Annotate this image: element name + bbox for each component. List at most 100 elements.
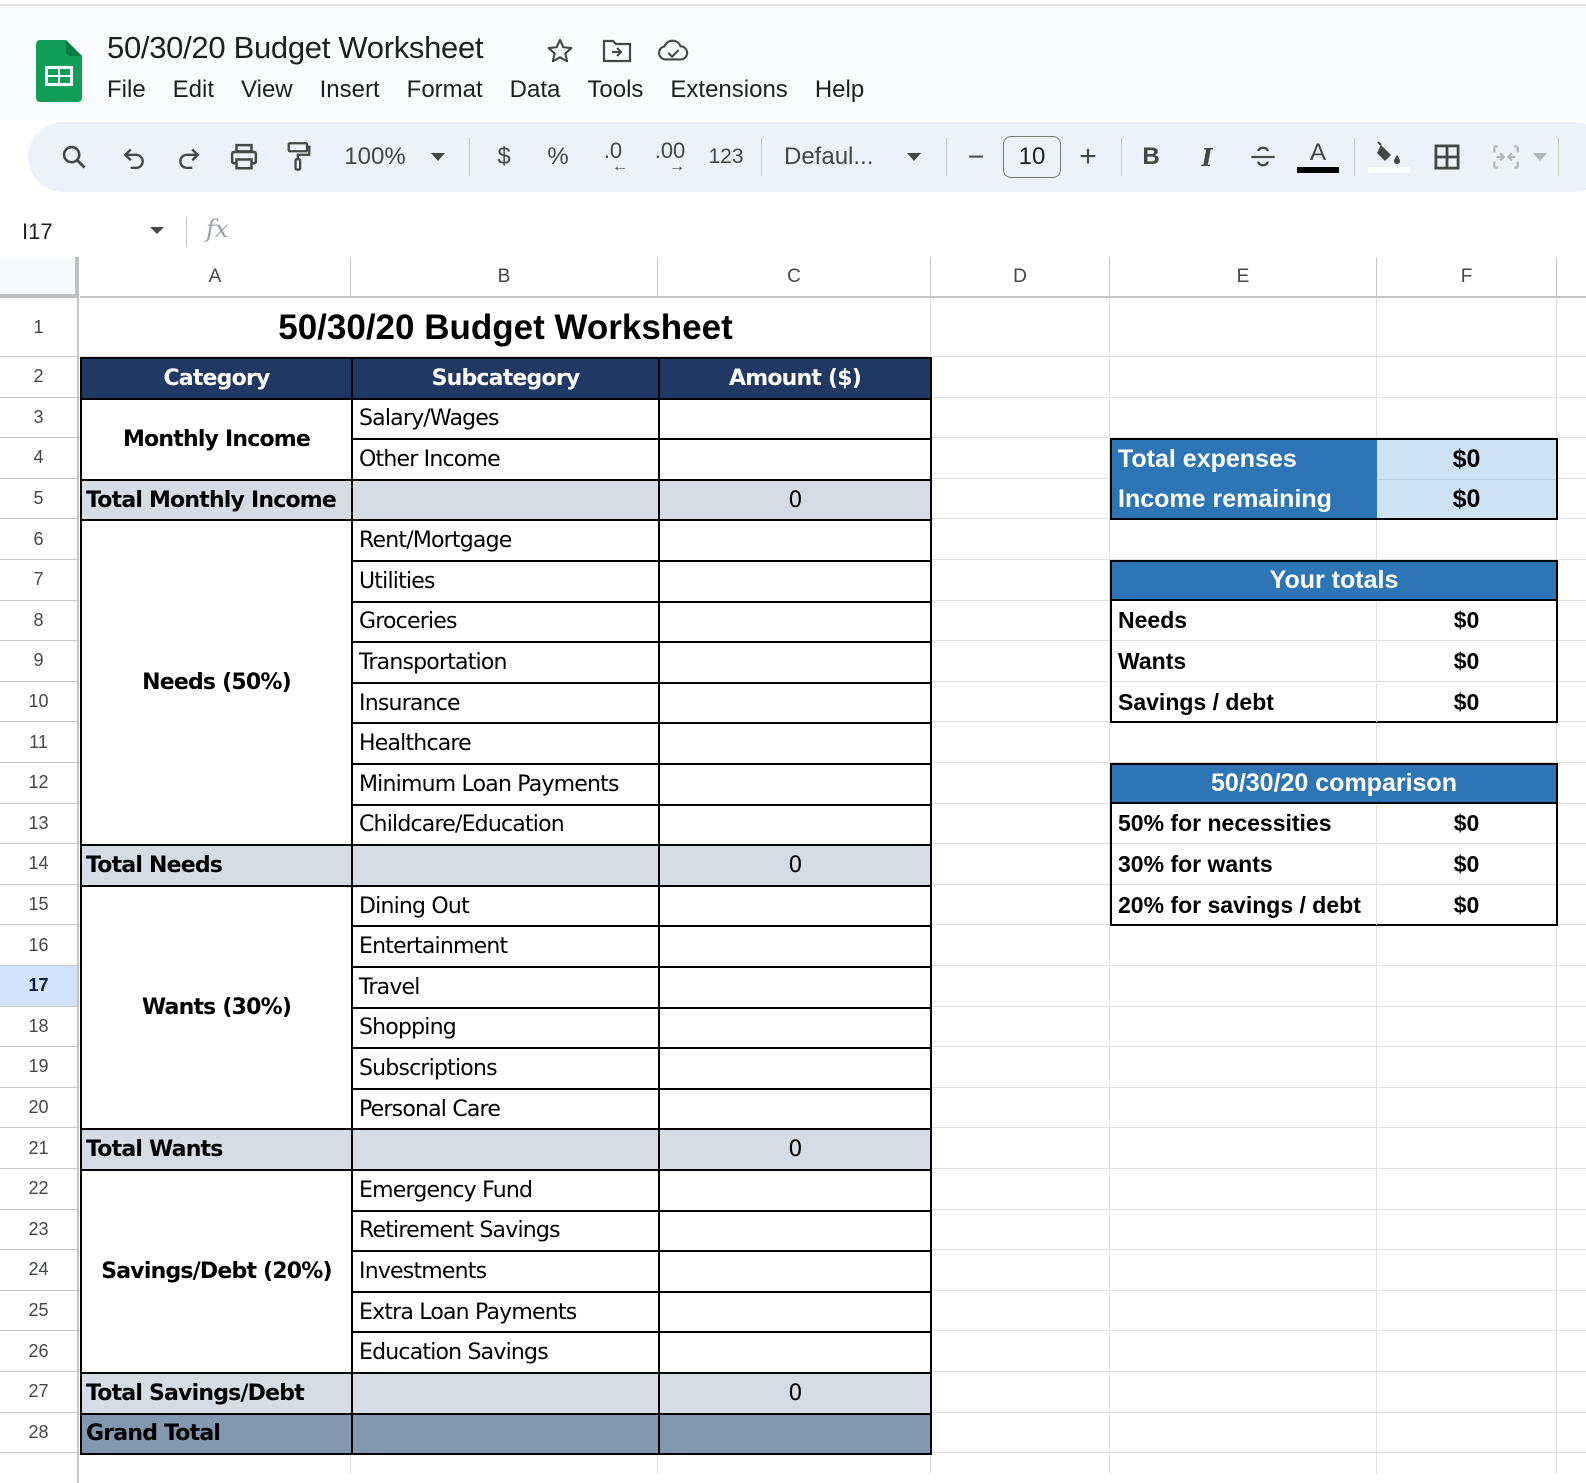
zoom-dropdown-caret-icon[interactable] — [426, 122, 450, 192]
row-header-13[interactable]: 13 — [0, 803, 79, 845]
column-header-e[interactable]: E — [1110, 257, 1377, 298]
row-header-25[interactable]: 25 — [0, 1290, 79, 1332]
menu-extensions[interactable]: Extensions — [670, 76, 787, 104]
strikethrough-button[interactable] — [1246, 122, 1280, 192]
menu-insert[interactable]: Insert — [320, 76, 380, 104]
redo-button[interactable] — [171, 122, 207, 192]
amount-input-cell[interactable] — [658, 1087, 932, 1131]
row-header-12[interactable]: 12 — [0, 763, 79, 804]
amount-input-cell[interactable] — [658, 1047, 932, 1090]
merge-cells-button[interactable] — [1486, 122, 1526, 192]
row-header-21[interactable]: 21 — [0, 1128, 79, 1169]
row-header-17[interactable]: 17 — [0, 966, 79, 1007]
borders-button[interactable] — [1430, 122, 1464, 192]
amount-input-cell[interactable] — [658, 438, 932, 481]
column-header-a[interactable]: A — [80, 257, 351, 298]
column-header-b[interactable]: B — [351, 257, 658, 298]
row-header-11[interactable]: 11 — [0, 722, 79, 763]
row-header-19[interactable]: 19 — [0, 1047, 79, 1088]
menu-file[interactable]: File — [107, 76, 146, 104]
menu-help[interactable]: Help — [815, 76, 864, 104]
row-header-6[interactable]: 6 — [0, 519, 79, 560]
amount-input-cell[interactable] — [658, 681, 932, 725]
menu-edit[interactable]: Edit — [173, 76, 214, 104]
font-family-select[interactable]: Defaul... — [784, 122, 884, 192]
amount-input-cell[interactable] — [658, 1209, 932, 1253]
amount-input-cell[interactable] — [658, 1006, 932, 1050]
row-header-4[interactable]: 4 — [0, 438, 79, 479]
bold-button[interactable]: B — [1136, 122, 1166, 192]
row-header-3[interactable]: 3 — [0, 397, 79, 439]
amount-input-cell[interactable] — [658, 397, 932, 441]
amount-input-cell[interactable] — [658, 519, 932, 562]
name-box[interactable]: I17 — [22, 219, 53, 245]
paint-format-button[interactable] — [281, 122, 317, 192]
amount-input-cell[interactable] — [658, 1250, 932, 1293]
document-title[interactable]: 50/30/20 Budget Worksheet — [107, 30, 484, 66]
row-header-14[interactable]: 14 — [0, 844, 79, 885]
menu-format[interactable]: Format — [407, 76, 483, 104]
row-header-24[interactable]: 24 — [0, 1250, 79, 1291]
column-header-f[interactable]: F — [1377, 257, 1557, 298]
amount-input-cell[interactable] — [658, 560, 932, 603]
menu-data[interactable]: Data — [510, 76, 561, 104]
select-all-corner[interactable] — [0, 257, 79, 298]
text-color-button[interactable]: A — [1296, 122, 1340, 192]
amount-input-cell[interactable] — [658, 925, 932, 968]
row-header-23[interactable]: 23 — [0, 1209, 79, 1251]
merge-dropdown-caret-icon[interactable] — [1530, 122, 1550, 192]
column-header-g[interactable] — [1557, 257, 1586, 298]
row-header-18[interactable]: 18 — [0, 1006, 79, 1048]
font-size-input[interactable]: 10 — [1003, 136, 1061, 178]
amount-input-cell[interactable] — [658, 884, 932, 928]
increase-decimal-button[interactable]: .00 → — [648, 122, 692, 192]
row-header-7[interactable]: 7 — [0, 560, 79, 601]
search-menus-button[interactable] — [56, 122, 92, 192]
zoom-select[interactable]: 100% — [340, 122, 410, 192]
row-header-10[interactable]: 10 — [0, 681, 79, 723]
undo-button[interactable] — [116, 122, 152, 192]
row-header-28[interactable]: 28 — [0, 1412, 79, 1454]
formula-input[interactable] — [250, 213, 1570, 249]
amount-input-cell[interactable] — [658, 966, 932, 1009]
row-header-1[interactable]: 1 — [0, 298, 79, 357]
cloud-saved-icon[interactable] — [657, 36, 689, 66]
row-header-26[interactable]: 26 — [0, 1331, 79, 1372]
amount-input-cell[interactable] — [658, 803, 932, 847]
row-header-9[interactable]: 9 — [0, 641, 79, 682]
row-header-20[interactable]: 20 — [0, 1087, 79, 1129]
row-header-27[interactable]: 27 — [0, 1372, 79, 1413]
column-header-d[interactable]: D — [931, 257, 1110, 298]
decrease-decimal-button[interactable]: .0 ← — [594, 122, 632, 192]
row-header-5[interactable]: 5 — [0, 478, 79, 520]
amount-input-cell[interactable] — [658, 600, 932, 644]
row-header-16[interactable]: 16 — [0, 925, 79, 966]
increase-font-size-button[interactable]: + — [1074, 122, 1102, 192]
more-formats-button[interactable]: 123 — [706, 122, 746, 192]
fill-color-button[interactable] — [1368, 122, 1410, 192]
amount-input-cell[interactable] — [658, 722, 932, 765]
amount-input-cell[interactable] — [658, 1331, 932, 1374]
row-header-22[interactable]: 22 — [0, 1169, 79, 1210]
amount-input-cell[interactable] — [658, 763, 932, 806]
star-icon[interactable] — [544, 36, 576, 66]
italic-button[interactable]: I — [1192, 122, 1222, 192]
print-button[interactable] — [226, 122, 262, 192]
row-header-2[interactable]: 2 — [0, 357, 79, 398]
column-header-c[interactable]: C — [658, 257, 931, 298]
format-currency-button[interactable]: $ — [490, 122, 518, 192]
google-sheets-logo-icon[interactable] — [36, 40, 82, 102]
row-header-29[interactable] — [0, 1453, 79, 1483]
menu-tools[interactable]: Tools — [587, 76, 643, 104]
font-dropdown-caret-icon[interactable] — [902, 122, 926, 192]
amount-input-cell[interactable] — [658, 641, 932, 684]
menu-view[interactable]: View — [241, 76, 293, 104]
amount-input-cell[interactable] — [658, 1290, 932, 1334]
amount-input-cell[interactable] — [658, 1169, 932, 1212]
name-box-dropdown-icon[interactable] — [150, 227, 164, 234]
row-header-15[interactable]: 15 — [0, 884, 79, 926]
move-to-folder-icon[interactable] — [601, 36, 633, 66]
row-header-8[interactable]: 8 — [0, 600, 79, 642]
decrease-font-size-button[interactable]: − — [962, 122, 990, 192]
format-percent-button[interactable]: % — [544, 122, 572, 192]
